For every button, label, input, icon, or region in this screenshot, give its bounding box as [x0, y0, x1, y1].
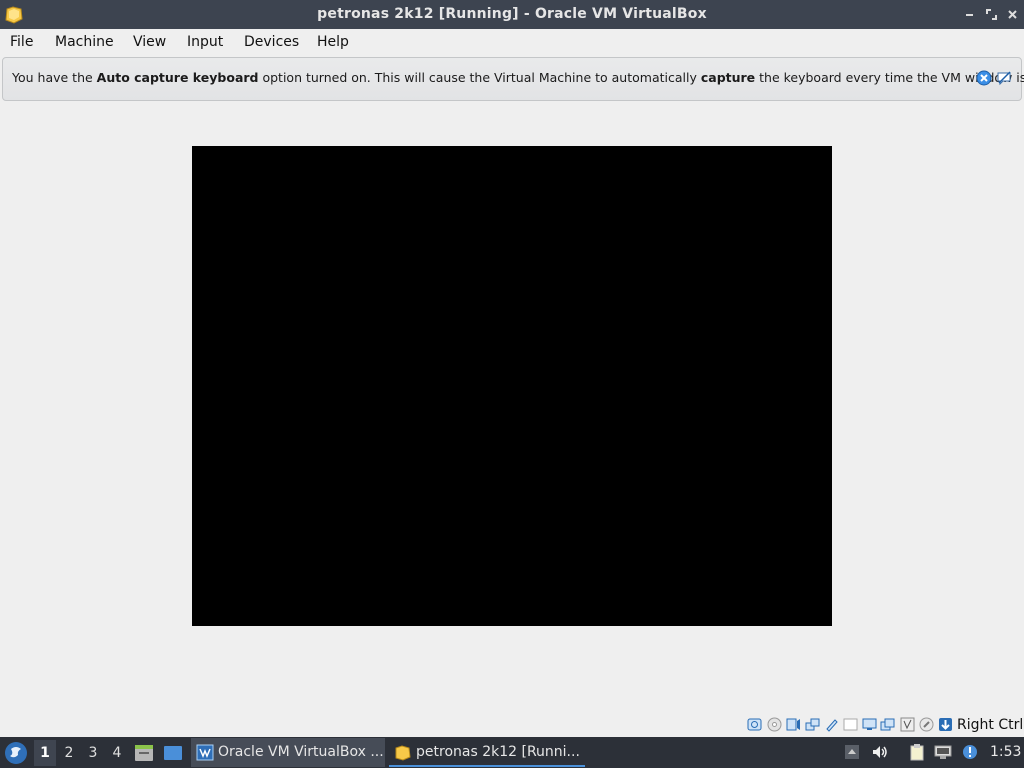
menu-bar: File Machine View Input Devices Help	[0, 29, 1024, 57]
notification-banner: You have the Auto capture keyboard optio…	[2, 57, 1024, 101]
clipboard-icon[interactable]	[908, 743, 926, 761]
vm-status-bar: Right Ctrl	[0, 713, 1024, 737]
network-icon[interactable]	[805, 717, 820, 732]
clock[interactable]: 1:53	[990, 744, 1021, 760]
notification-text-part: option turned on. This will cause the Vi…	[258, 70, 701, 85]
notification-icon[interactable]	[961, 743, 979, 761]
virtualbox-icon	[196, 744, 214, 761]
notification-bold-capture: capture	[700, 70, 756, 85]
audio-icon[interactable]	[786, 717, 801, 732]
workspace-2[interactable]: 2	[58, 740, 80, 766]
shared-folders-icon[interactable]	[843, 717, 858, 732]
virtualbox-vm-icon	[395, 745, 411, 761]
menu-help[interactable]: Help	[317, 34, 349, 50]
notification-bold-option: Auto capture keyboard	[96, 70, 259, 85]
task-label: Oracle VM VirtualBox ...	[218, 744, 384, 760]
mouse-integration-icon[interactable]	[919, 717, 934, 732]
close-notification-icon[interactable]	[976, 70, 992, 86]
file-manager-icon[interactable]	[133, 742, 155, 764]
task-virtualbox-manager[interactable]: Oracle VM VirtualBox ...	[191, 738, 385, 767]
video-capture-icon[interactable]	[880, 717, 895, 732]
task-petronas-vm[interactable]: petronas 2k12 [Runni...	[389, 738, 585, 767]
start-menu-icon[interactable]	[4, 741, 28, 765]
keyboard-capture-icon[interactable]	[938, 717, 953, 732]
network-tray-icon[interactable]	[934, 743, 952, 761]
minimize-icon[interactable]	[963, 8, 976, 21]
tray-arrow-icon[interactable]	[843, 743, 861, 761]
close-icon[interactable]	[1006, 8, 1019, 21]
restore-icon[interactable]	[985, 8, 998, 21]
menu-input[interactable]: Input	[187, 34, 223, 50]
cpu-icon[interactable]	[900, 717, 915, 732]
volume-icon[interactable]	[871, 743, 889, 761]
notification-text: You have the Auto capture keyboard optio…	[12, 70, 1024, 85]
workspace-3[interactable]: 3	[82, 740, 104, 766]
host-key-label: Right Ctrl	[957, 717, 1024, 733]
notification-text-part: You have the	[12, 70, 97, 85]
workspace-1[interactable]: 1	[34, 740, 56, 766]
vm-display[interactable]	[192, 146, 832, 626]
taskbar: 1 2 3 4 Oracle VM VirtualBox ... petrona…	[0, 737, 1024, 768]
menu-file[interactable]: File	[10, 34, 33, 50]
task-label: petronas 2k12 [Runni...	[416, 744, 580, 760]
display-icon[interactable]	[862, 717, 877, 732]
usb-icon[interactable]	[824, 717, 839, 732]
window-titlebar[interactable]: petronas 2k12 [Running] - Oracle VM Virt…	[0, 0, 1024, 29]
optical-drive-icon[interactable]	[767, 717, 782, 732]
menu-view[interactable]: View	[133, 34, 166, 50]
window-title: petronas 2k12 [Running] - Oracle VM Virt…	[317, 6, 707, 22]
workspace-4[interactable]: 4	[106, 740, 128, 766]
show-desktop-icon[interactable]	[162, 742, 184, 764]
mute-notification-icon[interactable]	[996, 70, 1012, 86]
menu-devices[interactable]: Devices	[244, 34, 299, 50]
menu-machine[interactable]: Machine	[55, 34, 114, 50]
hard-disk-icon[interactable]	[747, 717, 762, 732]
